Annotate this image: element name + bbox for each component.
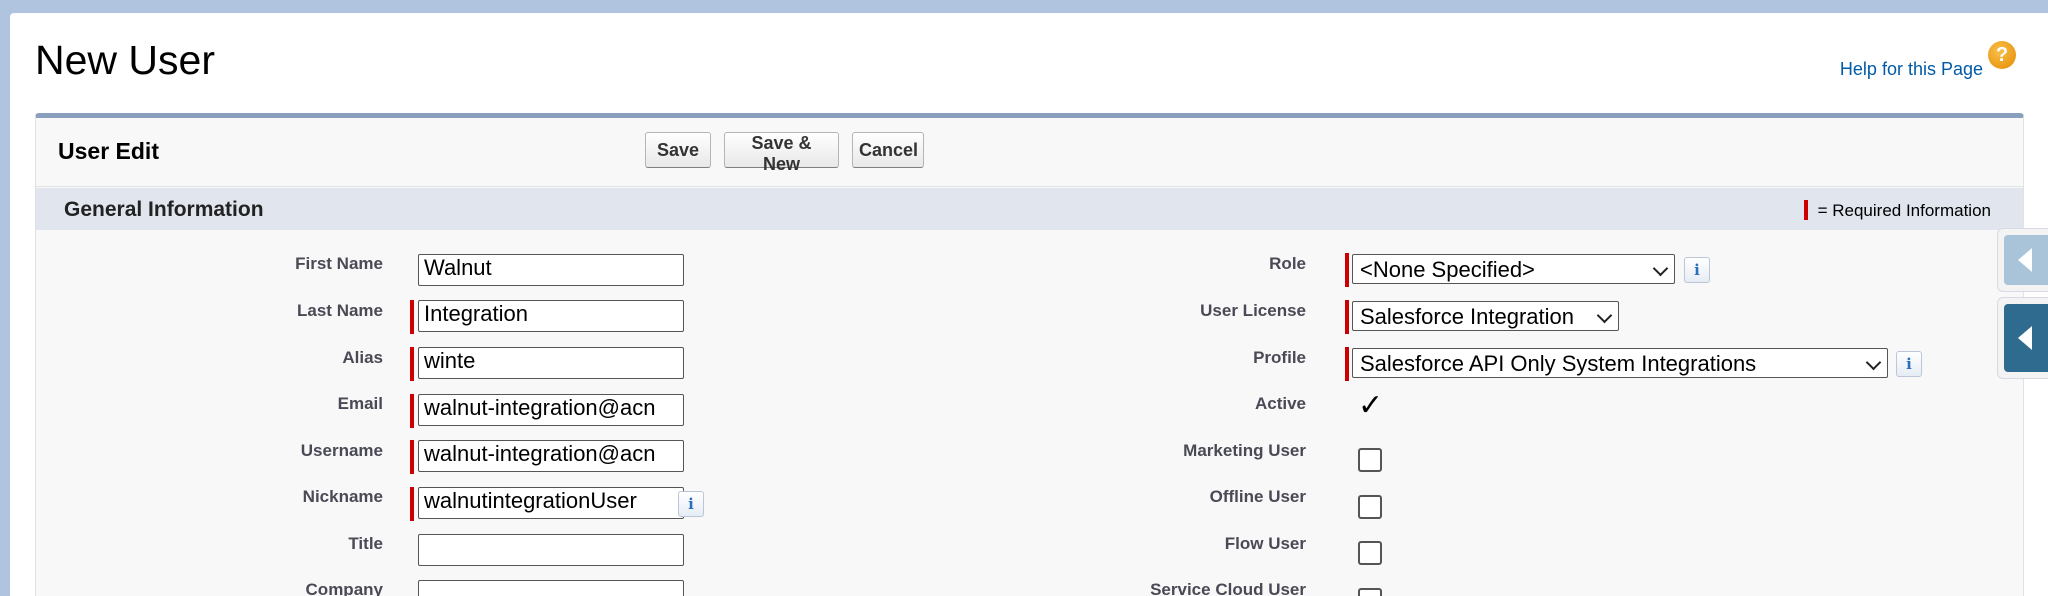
- user-edit-panel: User Edit Save Save & New Cancel General…: [35, 113, 2024, 596]
- arrow-left-icon: [2018, 326, 2032, 350]
- first-name-label: First Name: [295, 254, 383, 273]
- nickname-label: Nickname: [302, 487, 383, 506]
- required-indicator-icon: [410, 347, 414, 381]
- offline-user-checkbox[interactable]: [1358, 495, 1382, 519]
- alias-input[interactable]: winte: [418, 347, 684, 379]
- required-indicator-icon: [1345, 300, 1349, 334]
- side-tab-inner: [2004, 304, 2048, 372]
- username-input[interactable]: walnut-integration@acn: [418, 440, 684, 472]
- profile-info-icon[interactable]: i: [1896, 351, 1922, 377]
- section-header-general-information: General Information = Required Informati…: [36, 188, 2023, 230]
- role-select[interactable]: <None Specified>: [1352, 254, 1675, 284]
- arrow-left-icon: [2018, 248, 2032, 272]
- last-name-input[interactable]: Integration: [418, 300, 684, 332]
- active-label: Active: [1254, 394, 1306, 413]
- user-license-select-value: Salesforce Integration: [1360, 304, 1575, 329]
- chevron-down-icon: [1596, 307, 1613, 324]
- service-cloud-user-checkbox[interactable]: [1358, 588, 1382, 596]
- username-label: Username: [300, 441, 383, 460]
- save-and-new-button[interactable]: Save & New: [724, 132, 839, 174]
- panel-header: User Edit Save Save & New Cancel: [36, 118, 2023, 187]
- required-legend-text: = Required Information: [1817, 201, 1991, 220]
- required-indicator-icon: [1345, 253, 1349, 287]
- flow-user-checkbox[interactable]: [1358, 541, 1382, 565]
- required-indicator-icon: [410, 440, 414, 474]
- help-link[interactable]: Help for this Page: [1840, 59, 1983, 80]
- required-legend: = Required Information: [1803, 200, 1991, 221]
- required-indicator-icon: [410, 487, 414, 521]
- title-label: Title: [348, 534, 383, 553]
- user-license-select[interactable]: Salesforce Integration: [1352, 301, 1619, 331]
- save-button[interactable]: Save: [645, 132, 711, 168]
- nickname-input[interactable]: walnutintegrationUser: [418, 487, 684, 519]
- page-title: New User: [35, 37, 215, 83]
- last-name-label: Last Name: [297, 301, 383, 320]
- company-input[interactable]: [418, 580, 684, 596]
- required-indicator-icon: [410, 394, 414, 428]
- service-cloud-user-label: Service Cloud User: [1150, 580, 1306, 596]
- required-indicator-icon: [1803, 200, 1808, 220]
- page-container: New User Help for this Page ? User Edit …: [10, 13, 2048, 596]
- email-input[interactable]: walnut-integration@acn: [418, 394, 684, 426]
- company-label: Company: [305, 580, 383, 596]
- marketing-user-checkbox[interactable]: [1358, 448, 1382, 472]
- cancel-button[interactable]: Cancel: [852, 132, 924, 168]
- flow-user-label: Flow User: [1224, 534, 1306, 553]
- required-indicator-icon: [410, 300, 414, 334]
- chevron-down-icon: [1652, 260, 1669, 277]
- required-indicator-icon: [1345, 347, 1349, 381]
- marketing-user-label: Marketing User: [1183, 441, 1306, 460]
- offline-user-label: Offline User: [1209, 487, 1306, 506]
- role-info-icon[interactable]: i: [1684, 257, 1710, 283]
- active-checkmark-icon[interactable]: ✓: [1358, 391, 1383, 421]
- role-label: Role: [1269, 254, 1306, 273]
- nickname-info-icon[interactable]: i: [678, 491, 704, 517]
- help-icon[interactable]: ?: [1988, 41, 2016, 69]
- email-label: Email: [337, 394, 383, 413]
- section-title: General Information: [64, 198, 264, 221]
- chevron-down-icon: [1865, 354, 1882, 371]
- first-name-input[interactable]: Walnut: [418, 254, 684, 286]
- side-tab-expand[interactable]: [1997, 297, 2048, 379]
- profile-select-value: Salesforce API Only System Integrations: [1360, 351, 1757, 376]
- role-select-value: <None Specified>: [1360, 257, 1535, 282]
- title-input[interactable]: [418, 534, 684, 566]
- side-tab-collapse[interactable]: [1997, 228, 2048, 292]
- panel-title: User Edit: [58, 138, 159, 164]
- profile-select[interactable]: Salesforce API Only System Integrations: [1352, 348, 1888, 378]
- profile-label: Profile: [1253, 348, 1306, 367]
- user-license-label: User License: [1200, 301, 1306, 320]
- side-tab-inner: [2004, 235, 2048, 285]
- alias-label: Alias: [342, 348, 383, 367]
